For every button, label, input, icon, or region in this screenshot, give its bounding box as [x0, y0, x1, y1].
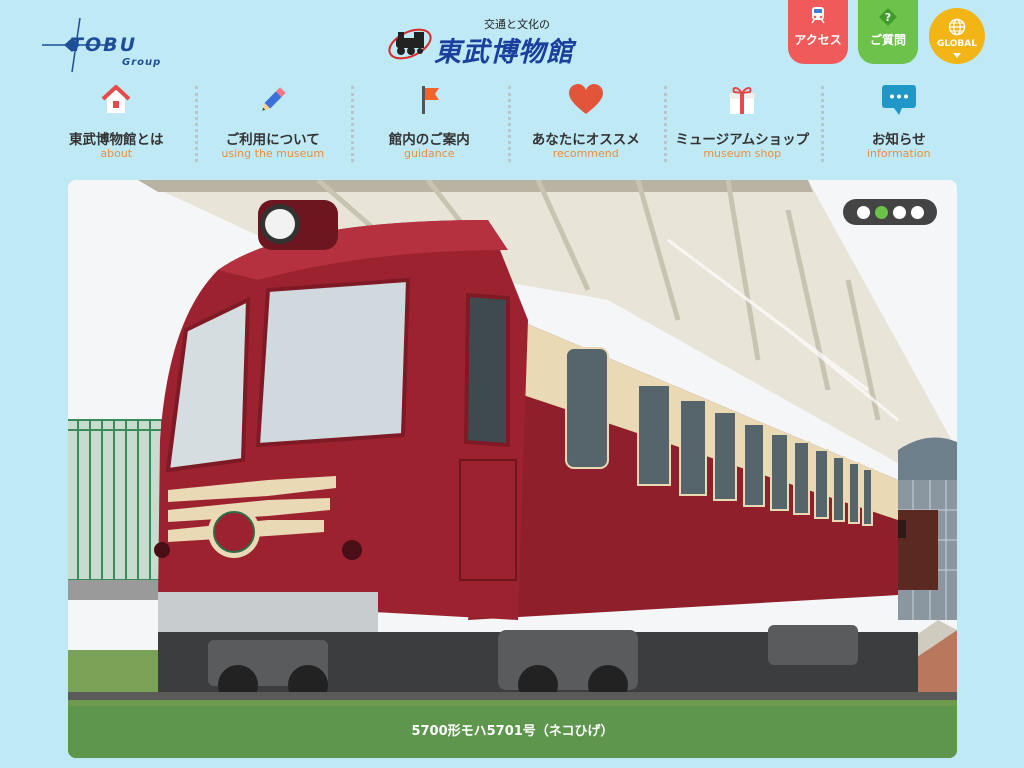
nav-sublabel: guidance: [403, 147, 455, 160]
heart-icon: [508, 84, 665, 118]
nav-sublabel: using the museum: [221, 147, 325, 160]
nav-label: ミュージアムショップ: [675, 132, 810, 148]
svg-text:?: ?: [885, 11, 891, 24]
nav-label: 館内のご案内: [388, 132, 470, 148]
steam-locomotive-icon: [388, 28, 432, 60]
hero-slider[interactable]: 5700形モハ5701号（ネコひげ）: [68, 180, 957, 758]
faq-button-label: ご質問: [869, 33, 906, 47]
site-header: TOBU Group 交通と文化の 東武博物館 アクセス ? ご質問 GLOBA…: [0, 0, 1024, 80]
nav-sublabel: recommend: [552, 147, 619, 160]
museum-logo-title: 東武博物館: [434, 37, 574, 68]
main-nav: 東武博物館とは about ご利用について using the museum 館…: [38, 82, 986, 166]
nav-item-information[interactable]: お知らせ information: [820, 82, 978, 166]
slide-pager: [843, 199, 937, 225]
hero-train-photo: [68, 180, 957, 758]
nav-label: あなたにオススメ: [531, 132, 640, 148]
train-icon: [811, 7, 825, 24]
speech-bubble-icon: [821, 84, 978, 118]
flag-icon: [351, 84, 508, 118]
pager-dot[interactable]: [892, 205, 906, 219]
slide-caption: 5700形モハ5701号（ネコひげ）: [68, 706, 957, 758]
nav-sublabel: about: [100, 147, 133, 160]
globe-icon: [948, 18, 966, 36]
nav-item-museum-shop[interactable]: ミュージアムショップ museum shop: [664, 82, 821, 166]
nav-sublabel: museum shop: [703, 147, 782, 160]
nav-item-using-the-museum[interactable]: ご利用について using the museum: [194, 82, 352, 166]
pager-dot[interactable]: [856, 205, 870, 219]
access-button[interactable]: アクセス: [788, 0, 848, 64]
nav-label: 東武博物館とは: [69, 132, 164, 148]
nav-item-about[interactable]: 東武博物館とは about: [38, 82, 195, 166]
nav-item-guidance[interactable]: 館内のご案内 guidance: [351, 82, 508, 166]
nav-label: お知らせ: [871, 132, 926, 148]
nav-sublabel: information: [867, 147, 931, 160]
global-button[interactable]: GLOBAL: [929, 8, 985, 64]
gift-icon: [664, 84, 821, 118]
tobu-group-logo[interactable]: TOBU Group: [42, 14, 160, 74]
nav-item-recommend[interactable]: あなたにオススメ recommend: [507, 82, 665, 166]
pager-dot[interactable]: [910, 205, 924, 219]
faq-button[interactable]: ? ご質問: [858, 0, 918, 64]
house-icon: [38, 84, 195, 118]
pencil-icon: [195, 84, 352, 118]
nav-label: ご利用について: [225, 132, 320, 148]
tobu-logo-sub: Group: [122, 57, 162, 68]
question-icon: ?: [879, 8, 897, 26]
museum-logo[interactable]: 交通と文化の 東武博物館: [388, 14, 638, 70]
global-button-label: GLOBAL: [936, 39, 977, 49]
chevron-down-icon: [953, 53, 961, 58]
pager-dot-active[interactable]: [874, 205, 888, 219]
tobu-logo-text: TOBU: [70, 34, 138, 56]
access-button-label: アクセス: [794, 33, 842, 47]
